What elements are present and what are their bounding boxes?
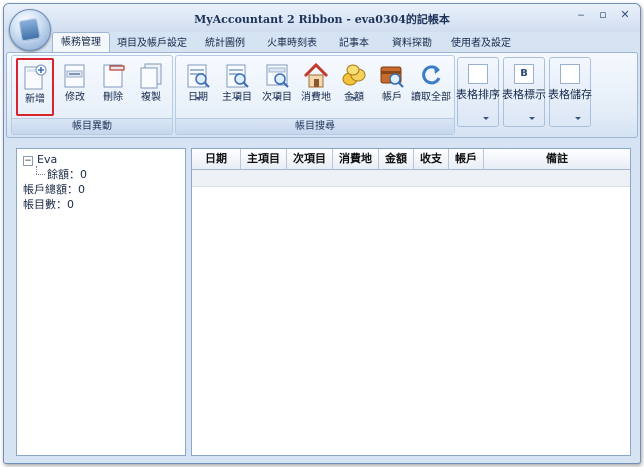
application-menu-button[interactable] (9, 9, 51, 51)
edit-document-icon (64, 64, 85, 88)
search-sub-item-button[interactable]: 次項目 (258, 58, 296, 116)
search-place-button[interactable]: 消費地 (298, 58, 334, 116)
table-save-button[interactable]: 表格儲存 (548, 57, 592, 127)
save-icon (560, 64, 580, 84)
search-date-button[interactable]: 日期 (180, 58, 216, 116)
group-account-search: 日期 主項目 次項目 消費地 金額 帳戶 讀取全部 帳目搜尋 (175, 55, 455, 135)
bold-icon: B (514, 64, 534, 84)
copy-button-label: 複製 (141, 92, 161, 103)
table-mark-label: 表格標示 (502, 88, 546, 101)
app-logo-icon (18, 17, 41, 42)
tab-data-mining[interactable]: 資料探勘 (388, 35, 436, 52)
group-account-changes: 新增 修改 刪除 複製 帳目異動 (11, 55, 173, 135)
tab-user-settings[interactable]: 使用者及設定 (448, 35, 514, 52)
tree-connector (36, 166, 38, 174)
grid-header: 日期 主項目 次項目 消費地 金額 收支 帳戶 備註 (192, 149, 630, 170)
group-account-search-label: 帳目搜尋 (176, 118, 454, 134)
new-button[interactable]: 新增 (16, 58, 54, 116)
chevron-down-icon (195, 97, 201, 100)
table-sort-button[interactable]: 表格排序 (456, 57, 500, 127)
load-all-label: 讀取全部 (411, 92, 451, 103)
column-header-sub-item[interactable]: 次項目 (287, 149, 333, 169)
search-amount-button[interactable]: 金額 (336, 58, 372, 116)
title-bar: MyAccountant 2 Ribbon - eva0304的記帳本 ‒ ▫ … (4, 4, 640, 32)
tree-item-balance[interactable]: 餘額：0 (47, 167, 87, 182)
column-header-income-expense[interactable]: 收支 (414, 149, 449, 169)
minimize-button[interactable]: ‒ (571, 8, 591, 24)
chevron-down-icon (351, 97, 357, 100)
account-tree: − Eva 餘額：0 帳戶總額：0 帳目數：0 (16, 148, 186, 456)
group-account-changes-label: 帳目異動 (12, 118, 172, 134)
window-title: MyAccountant 2 Ribbon - eva0304的記帳本 (194, 13, 450, 26)
tree-connector (36, 174, 45, 176)
app-window: MyAccountant 2 Ribbon - eva0304的記帳本 ‒ ▫ … (3, 3, 641, 464)
coins-icon (342, 64, 366, 86)
column-header-date[interactable]: 日期 (192, 149, 241, 169)
collapse-toggle-icon[interactable]: − (23, 156, 33, 166)
account-grid: 日期 主項目 次項目 消費地 金額 收支 帳戶 備註 (191, 148, 631, 456)
column-header-notes[interactable]: 備註 (484, 149, 630, 169)
tree-root-item[interactable]: Eva (37, 152, 57, 167)
search-account-button[interactable]: 帳戶 (374, 58, 410, 116)
table-mark-button[interactable]: B 表格標示 (502, 57, 546, 127)
search-main-item-button[interactable]: 主項目 (218, 58, 256, 116)
column-header-main-item[interactable]: 主項目 (241, 149, 287, 169)
load-all-button[interactable]: 讀取全部 (411, 58, 451, 116)
chevron-down-icon (234, 97, 240, 100)
column-header-place[interactable]: 消費地 (333, 149, 379, 169)
maximize-button[interactable]: ▫ (593, 8, 613, 24)
main-item-search-icon (226, 64, 249, 88)
house-icon (303, 62, 329, 88)
ribbon-panel: 新增 修改 刪除 複製 帳目異動 日期 主項目 次項目 消費地 金額 帳戶 讀取… (6, 52, 638, 138)
copy-button[interactable]: 複製 (134, 58, 168, 116)
sub-item-search-icon (266, 64, 289, 88)
close-button[interactable]: ✕ (615, 8, 635, 24)
tree-item-entry-count[interactable]: 帳目數：0 (23, 197, 74, 212)
tab-item-settings[interactable]: 項目及帳戶設定 (114, 35, 190, 52)
chevron-down-icon (483, 117, 489, 120)
table-row-new[interactable] (192, 170, 630, 187)
table-save-label: 表格儲存 (548, 88, 592, 101)
copy-document-icon (140, 63, 162, 89)
table-sort-label: 表格排序 (456, 88, 500, 101)
tab-notebook[interactable]: 記事本 (334, 35, 374, 52)
chevron-down-icon (575, 117, 581, 120)
new-document-icon (24, 64, 47, 90)
column-header-account[interactable]: 帳戶 (449, 149, 484, 169)
chevron-down-icon (529, 117, 535, 120)
edit-button[interactable]: 修改 (58, 58, 92, 116)
tree-item-total-accounts[interactable]: 帳戶總額：0 (23, 182, 85, 197)
tab-account-management[interactable]: 帳務管理 (52, 32, 110, 53)
delete-document-icon (103, 64, 125, 88)
delete-button[interactable]: 刪除 (96, 58, 130, 116)
calendar-search-icon (187, 64, 210, 88)
column-header-amount[interactable]: 金額 (379, 149, 414, 169)
account-search-icon (380, 66, 404, 88)
tab-statistics[interactable]: 統計圖例 (202, 35, 248, 52)
chevron-down-icon (274, 97, 280, 100)
sort-icon (468, 64, 488, 84)
tab-train-schedule[interactable]: 火車時刻表 (264, 35, 320, 52)
refresh-icon (422, 65, 441, 85)
